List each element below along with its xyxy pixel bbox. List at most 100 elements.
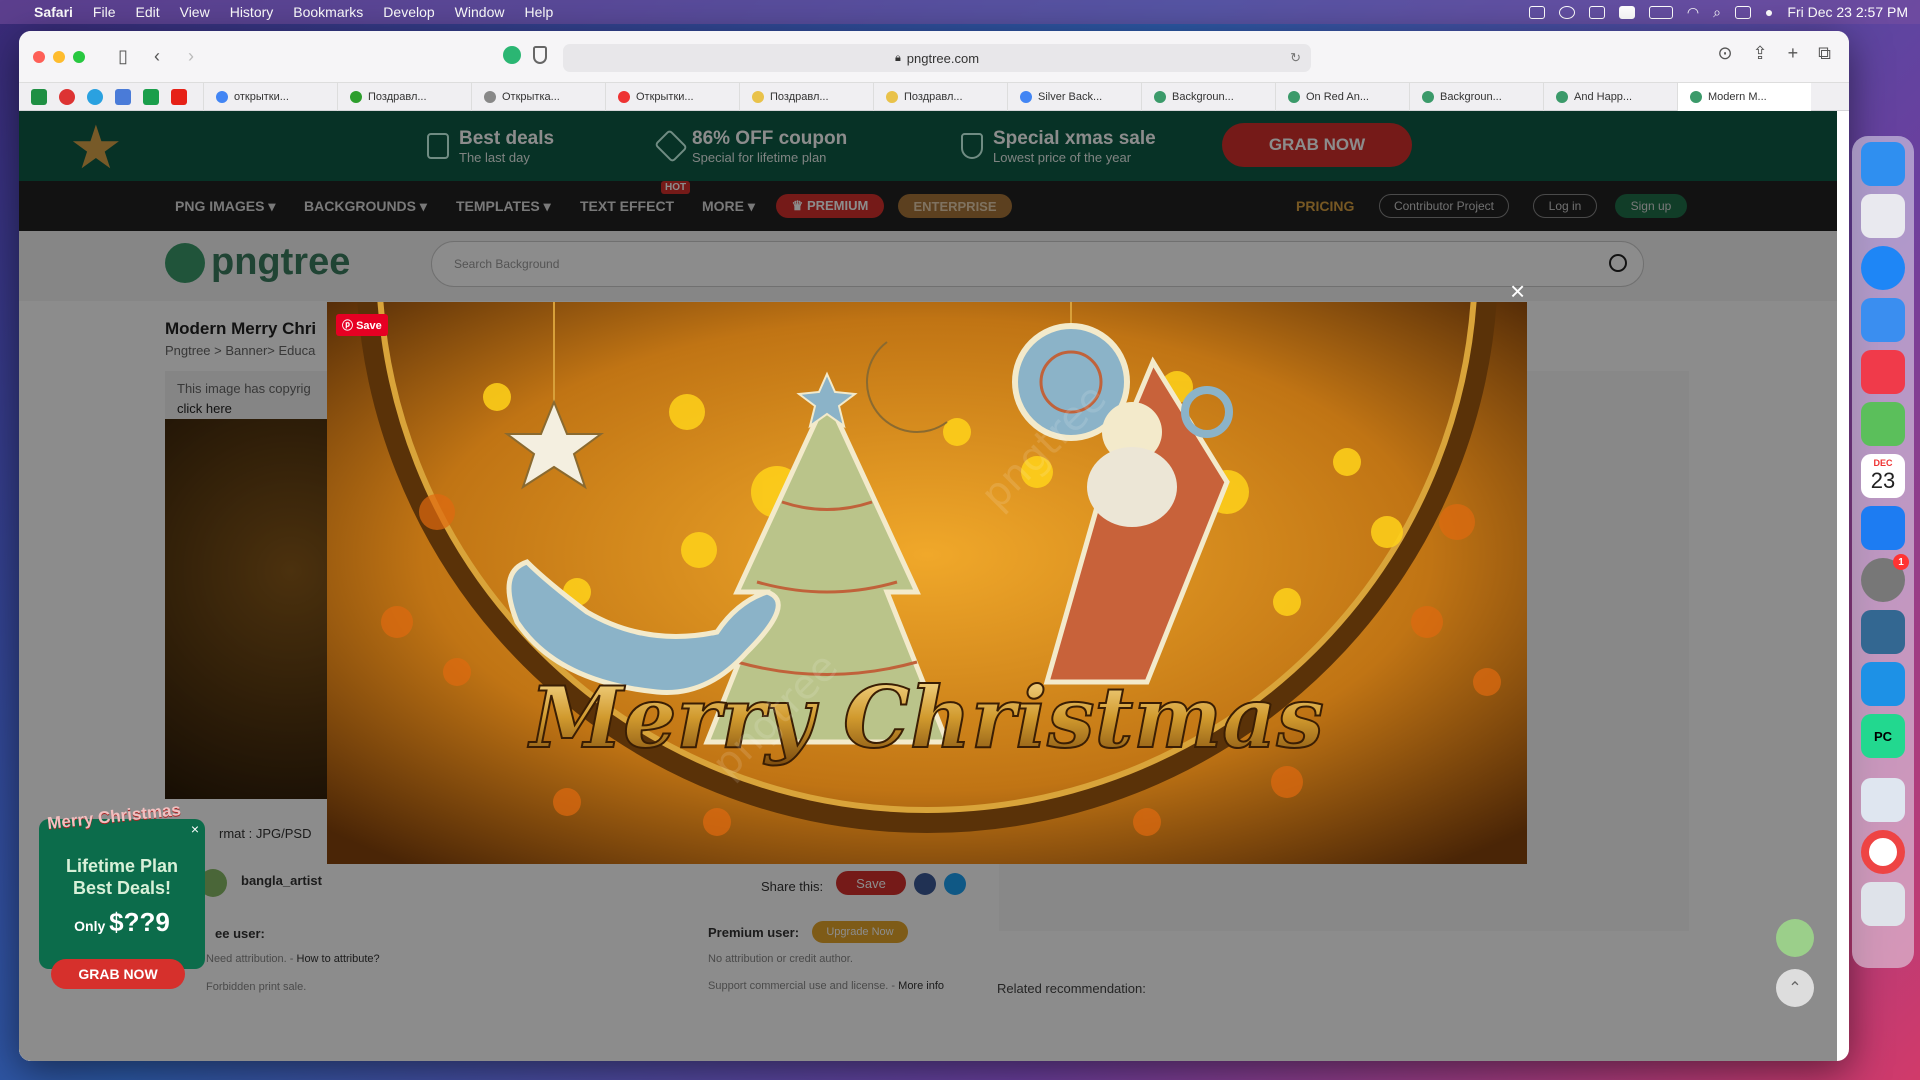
tab-overview-icon[interactable]: ⧉ <box>1818 43 1831 64</box>
pngtree-icon <box>1422 90 1434 103</box>
close-lightbox-button[interactable]: × <box>1510 278 1525 304</box>
minimize-window-button[interactable] <box>53 50 65 63</box>
status-icon-2[interactable] <box>1588 5 1605 19</box>
image-lightbox[interactable]: Merry Christmas pngtree pngtree <box>327 302 1527 864</box>
tab-1[interactable]: открытки... <box>203 82 337 111</box>
tab-5[interactable]: Поздравл... <box>739 82 873 111</box>
privacy-shield-icon[interactable] <box>533 46 547 64</box>
tab-label: On Red An... <box>1306 90 1369 103</box>
grammarly-extension-icon[interactable] <box>503 46 521 64</box>
address-bar[interactable]: 🔒︎ pngtree.com ↻ <box>563 44 1311 72</box>
floating-promo: Merry Christmas × Lifetime Plan Best Deal… <box>39 800 205 989</box>
menu-file[interactable]: File <box>93 4 116 20</box>
app-store-icon[interactable] <box>1861 506 1905 550</box>
menu-develop[interactable]: Develop <box>383 4 434 20</box>
menu-help[interactable]: Help <box>524 4 553 20</box>
download-float-button[interactable] <box>1776 919 1814 957</box>
downloads-icon[interactable]: ⊙ <box>1717 43 1732 64</box>
tab-6[interactable]: Поздравл... <box>873 82 1007 111</box>
tab-label: Открытки... <box>636 90 694 103</box>
dock: DEC 23 1 PC <box>1852 136 1914 968</box>
back-button[interactable]: ‹ <box>143 43 171 71</box>
chrome-icon[interactable] <box>1861 830 1905 874</box>
menu-bookmarks[interactable]: Bookmarks <box>293 4 363 20</box>
menu-window[interactable]: Window <box>455 4 505 20</box>
promo-plan: Lifetime Plan Best Deals! <box>39 855 205 899</box>
share-icon[interactable]: ⇪ <box>1753 43 1768 64</box>
system-preferences-icon[interactable]: 1 <box>1861 554 1909 602</box>
pycharm-icon[interactable]: PC <box>1861 714 1905 758</box>
forward-button[interactable]: › <box>177 43 205 71</box>
favicon <box>886 90 898 103</box>
spotlight-search-icon[interactable]: ⌕ <box>1713 4 1721 21</box>
new-tab-icon[interactable]: + <box>1788 43 1799 64</box>
browser-toolbar: ▯ ‹ › 🔒︎ pngtree.com ↻ ⊙ ⇪ + ⧉ <box>19 31 1849 83</box>
reload-icon[interactable]: ↻ <box>1290 50 1301 66</box>
bookmark-icon-2[interactable] <box>59 88 75 105</box>
favicon <box>350 90 362 103</box>
zoom-window-button[interactable] <box>73 50 85 63</box>
promo-line-1: Lifetime Plan <box>65 856 179 876</box>
battery-icon[interactable] <box>1648 5 1673 19</box>
play-icon[interactable] <box>1558 5 1575 19</box>
price-value: $??9 <box>109 907 170 937</box>
pngtree-icon <box>1690 90 1702 103</box>
menu-bar: Safari File Edit View History Bookmarks … <box>0 0 1920 24</box>
tab-bar: открытки... Поздравл... Открытка... Откр… <box>19 82 1849 111</box>
calendar-day: 23 <box>1870 468 1896 493</box>
tab-4[interactable]: Открытки... <box>605 82 739 111</box>
promo-price: Only $??9 <box>39 907 205 938</box>
menu-app-name[interactable]: Safari <box>34 4 73 20</box>
sheets-icon[interactable] <box>143 88 159 105</box>
docker-icon[interactable] <box>1861 662 1905 706</box>
menu-clock[interactable]: Fri Dec 23 2:57 PM <box>1787 4 1908 20</box>
pinterest-save-badge[interactable]: ⓟ Save <box>336 314 388 336</box>
save-label: Save <box>356 320 382 332</box>
tab-9[interactable]: On Red An... <box>1275 82 1409 111</box>
safari-icon[interactable] <box>1861 246 1905 290</box>
url-text: pngtree.com <box>906 50 980 66</box>
close-window-button[interactable] <box>33 50 45 63</box>
input-source-icon[interactable] <box>1618 5 1635 19</box>
tab-label: Backgroun... <box>1172 90 1234 103</box>
mail-icon[interactable] <box>1861 298 1905 342</box>
tab-2[interactable]: Поздравл... <box>337 82 471 111</box>
youtube-icon[interactable] <box>171 88 187 105</box>
telegram-icon[interactable] <box>87 88 103 105</box>
preview-icon[interactable] <box>1861 778 1905 822</box>
promo-grab-now-button[interactable]: GRAB NOW <box>51 959 185 989</box>
pinterest-icon: ⓟ <box>342 320 357 332</box>
siri-icon[interactable]: ● <box>1765 4 1773 20</box>
sidebar-toggle-icon[interactable]: ▯ <box>109 43 137 71</box>
scroll-to-top-button[interactable]: ⌃ <box>1776 969 1814 1007</box>
menu-history[interactable]: History <box>230 4 274 20</box>
tab-3[interactable]: Открытка... <box>471 82 605 111</box>
translate-icon[interactable] <box>115 88 131 105</box>
status-icon-1[interactable] <box>1528 5 1545 19</box>
launchpad-icon[interactable] <box>1861 194 1905 238</box>
maps-icon[interactable] <box>1861 402 1905 446</box>
calendar-icon[interactable]: DEC 23 <box>1861 454 1905 498</box>
close-promo-icon[interactable]: × <box>191 821 199 837</box>
finder-icon[interactable] <box>1861 142 1905 186</box>
tab-11[interactable]: And Happ... <box>1543 82 1677 111</box>
tab-12-active[interactable]: Modern M... <box>1677 82 1811 111</box>
price-prefix: Only <box>74 918 106 934</box>
tab-10[interactable]: Backgroun... <box>1409 82 1543 111</box>
pngtree-icon <box>1154 90 1166 103</box>
calendar-month: DEC <box>1873 458 1893 468</box>
tab-8[interactable]: Backgroun... <box>1141 82 1275 111</box>
tab-label: Открытка... <box>502 90 560 103</box>
google-icon <box>216 90 228 103</box>
menu-view[interactable]: View <box>180 4 210 20</box>
news-icon[interactable] <box>1861 350 1905 394</box>
menu-edit[interactable]: Edit <box>135 4 159 20</box>
bookmark-icon-1[interactable] <box>31 88 47 105</box>
postgres-icon[interactable] <box>1861 610 1905 654</box>
control-center-icon[interactable] <box>1734 5 1751 19</box>
tab-7[interactable]: Silver Back... <box>1007 82 1141 111</box>
favicon <box>752 90 764 103</box>
wifi-icon[interactable]: ◠ <box>1687 4 1699 21</box>
tab-label: открытки... <box>234 90 289 103</box>
trash-icon[interactable] <box>1861 882 1905 926</box>
